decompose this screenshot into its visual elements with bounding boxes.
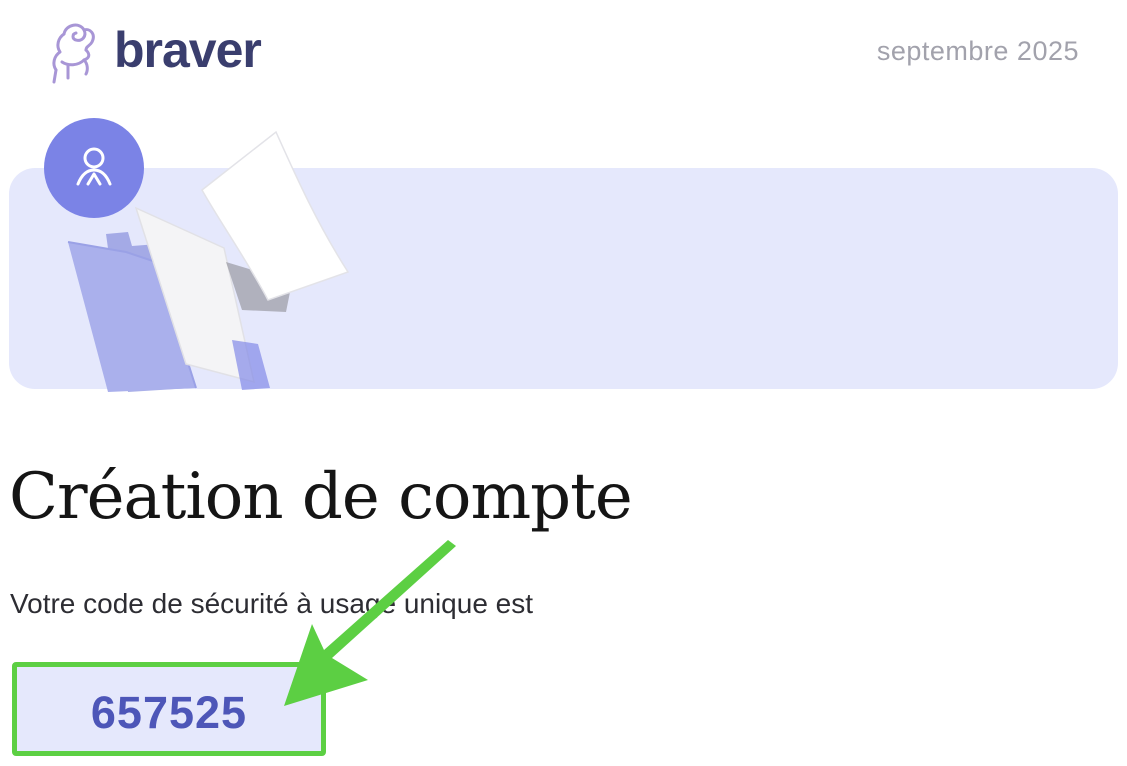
brand-name: braver xyxy=(114,22,262,78)
brand-logo[interactable]: braver xyxy=(46,20,262,86)
page-title: Création de compte xyxy=(9,460,633,534)
email-date: septembre 2025 xyxy=(876,36,1079,66)
email-header: braver septembre 2025 xyxy=(0,0,1127,100)
user-avatar xyxy=(44,118,144,218)
folder-documents-illustration xyxy=(44,118,350,392)
ram-logo-icon xyxy=(52,23,95,84)
annotation-arrow-icon xyxy=(284,540,456,706)
